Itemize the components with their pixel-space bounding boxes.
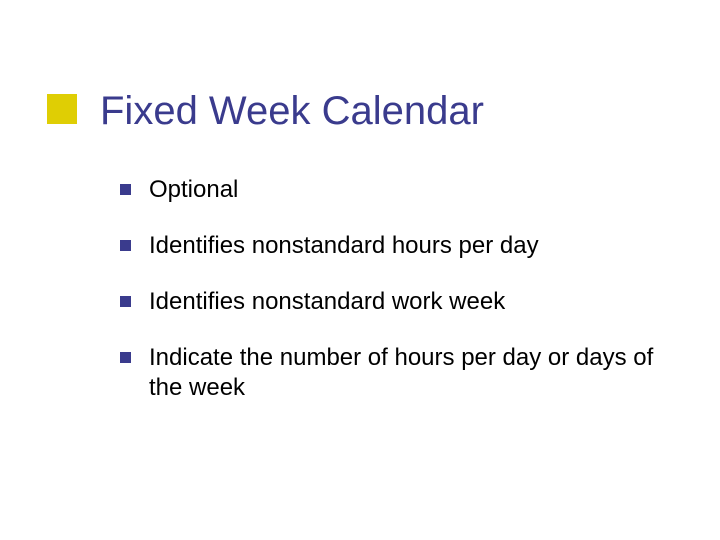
- square-bullet-icon: [120, 184, 131, 195]
- list-item: Indicate the number of hours per day or …: [120, 343, 660, 403]
- bullet-text: Identifies nonstandard hours per day: [149, 231, 660, 261]
- slide-title: Fixed Week Calendar: [100, 89, 680, 133]
- square-bullet-icon: [120, 240, 131, 251]
- accent-square-icon: [47, 94, 77, 124]
- list-item: Identifies nonstandard work week: [120, 287, 660, 317]
- list-item: Optional: [120, 175, 660, 205]
- bullet-text: Optional: [149, 175, 660, 205]
- square-bullet-icon: [120, 352, 131, 363]
- square-bullet-icon: [120, 296, 131, 307]
- slide: Fixed Week Calendar Optional Identifies …: [0, 0, 720, 540]
- bullet-text: Identifies nonstandard work week: [149, 287, 660, 317]
- bullet-text: Indicate the number of hours per day or …: [149, 343, 660, 403]
- bullet-list: Optional Identifies nonstandard hours pe…: [120, 175, 660, 429]
- list-item: Identifies nonstandard hours per day: [120, 231, 660, 261]
